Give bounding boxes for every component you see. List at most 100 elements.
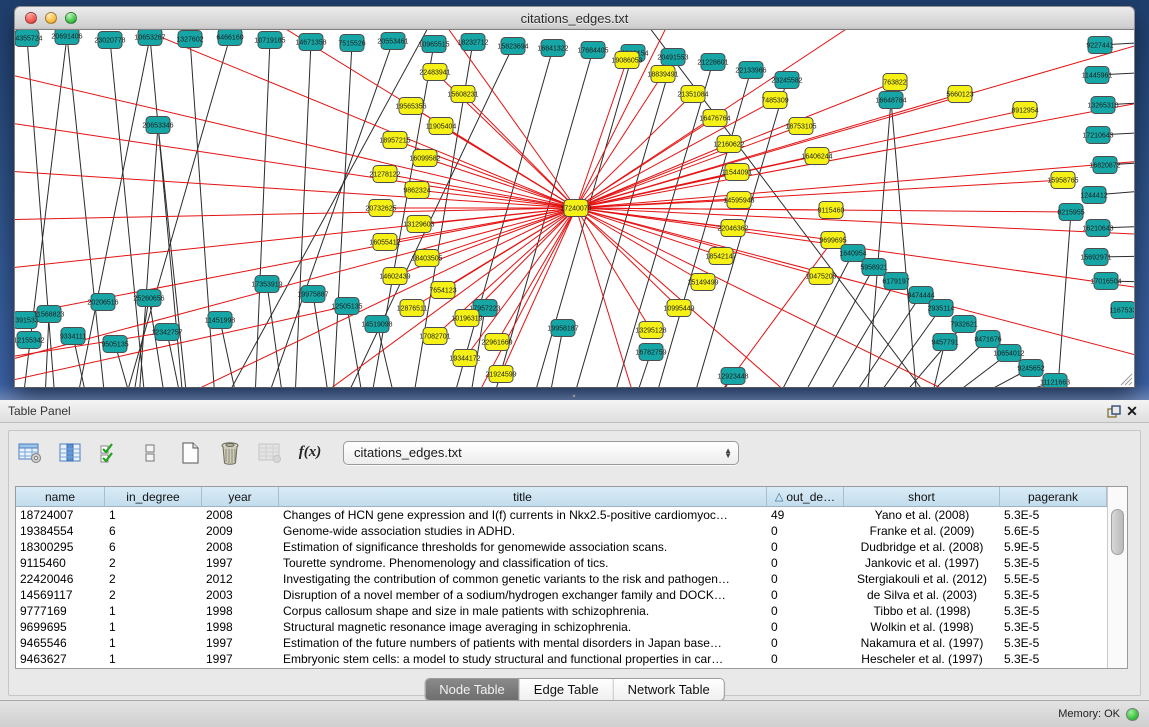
table-cell[interactable]: 9465546: [16, 636, 105, 650]
graph-node[interactable]: 14595943: [723, 192, 754, 209]
float-panel-icon[interactable]: [1105, 403, 1123, 419]
graph-node[interactable]: 20553461: [377, 33, 408, 50]
table-cell[interactable]: 1: [105, 604, 202, 618]
column-header-indegree[interactable]: in_degree: [105, 487, 202, 506]
graph-node[interactable]: 13129603: [403, 216, 434, 233]
table-cell[interactable]: Stergiakouli et al. (2012): [844, 572, 1000, 586]
graph-node[interactable]: 16210643: [1082, 220, 1113, 237]
table-cell[interactable]: Changes of HCN gene expression and I(f) …: [279, 508, 767, 522]
table-cell[interactable]: 1998: [202, 604, 279, 618]
graph-node[interactable]: 11445961: [1082, 67, 1113, 84]
column-header-name[interactable]: name: [16, 487, 105, 506]
table-cell[interactable]: Estimation of the future numbers of pati…: [279, 636, 767, 650]
table-cell[interactable]: 1: [105, 652, 202, 666]
table-cell[interactable]: 0: [767, 572, 844, 586]
graph-edge[interactable]: [190, 39, 215, 387]
graph-node[interactable]: 20653346: [142, 117, 173, 134]
table-cell[interactable]: 1998: [202, 620, 279, 634]
table-cell[interactable]: 2012: [202, 572, 279, 586]
graph-node[interactable]: 7515526: [338, 35, 365, 52]
graph-node[interactable]: 11905404: [426, 118, 457, 135]
table-scrollbar-thumb[interactable]: [1111, 509, 1124, 555]
graph-node[interactable]: 22483941: [419, 64, 450, 81]
graph-node[interactable]: 20732625: [365, 200, 396, 217]
table-cell[interactable]: 18300295: [16, 540, 105, 554]
row-select-icon[interactable]: [97, 441, 123, 465]
graph-node[interactable]: 18957215: [379, 132, 410, 149]
graph-node[interactable]: 6179197: [882, 273, 909, 290]
resize-grip-icon[interactable]: [1121, 374, 1132, 385]
graph-node[interactable]: 16476764: [699, 110, 730, 127]
table-cell[interactable]: 5.3E-5: [1000, 620, 1107, 634]
table-cell[interactable]: 9699695: [16, 620, 105, 634]
graph-edge[interactable]: [576, 208, 721, 256]
graph-node[interactable]: 19086053: [611, 52, 642, 69]
table-cell[interactable]: 5.3E-5: [1000, 652, 1107, 666]
graph-node[interactable]: 11121663: [1040, 374, 1070, 388]
table-cell[interactable]: 5.9E-5: [1000, 540, 1107, 554]
graph-edge[interactable]: [891, 100, 917, 387]
table-cell[interactable]: Disruption of a novel member of a sodium…: [279, 588, 767, 602]
graph-node[interactable]: 15823694: [497, 38, 528, 55]
table-cell[interactable]: 9463627: [16, 652, 105, 666]
table-cell[interactable]: Genome-wide association studies in ADHD.: [279, 524, 767, 538]
graph-edge[interactable]: [149, 298, 165, 387]
table-cell[interactable]: Tourette syndrome. Phenomenology and cla…: [279, 556, 767, 570]
graph-node[interactable]: 16099582: [409, 150, 440, 167]
graph-node[interactable]: 13295128: [635, 322, 666, 339]
table-cell[interactable]: 1: [105, 620, 202, 634]
graph-node[interactable]: 12505135: [331, 298, 362, 315]
table-cell[interactable]: 14569117: [16, 588, 105, 602]
graph-edge[interactable]: [576, 74, 663, 208]
graph-node[interactable]: 9245652: [1017, 360, 1044, 377]
table-cell[interactable]: 22420046: [16, 572, 105, 586]
graph-node[interactable]: 21278122: [369, 166, 400, 183]
table-cell[interactable]: 0: [767, 524, 844, 538]
graph-node[interactable]: 20691406: [51, 30, 82, 45]
tab-edge-table[interactable]: Edge Table: [520, 679, 614, 700]
table-row[interactable]: 977716911998Corpus callosum shape and si…: [16, 603, 1107, 619]
graph-node[interactable]: 11544091: [722, 164, 753, 181]
table-cell[interactable]: 0: [767, 636, 844, 650]
graph-node[interactable]: 8215955: [1057, 204, 1084, 221]
graph-edge[interactable]: [267, 284, 283, 387]
graph-node[interactable]: 18839491: [647, 66, 678, 83]
table-cell[interactable]: 2: [105, 588, 202, 602]
table-row[interactable]: 1830029562008Estimation of significance …: [16, 539, 1107, 555]
new-table-icon[interactable]: [177, 441, 203, 465]
graph-edge[interactable]: [139, 125, 158, 387]
table-cell[interactable]: 2: [105, 556, 202, 570]
network-canvas[interactable]: 2435572420691406230207781065326713276026…: [14, 30, 1135, 388]
graph-node[interactable]: 15608231: [447, 86, 478, 103]
table-cell[interactable]: Estimation of significance thresholds fo…: [279, 540, 767, 554]
graph-edge[interactable]: [255, 40, 270, 387]
graph-node[interactable]: 10965515: [418, 36, 449, 53]
graph-node[interactable]: 8912954: [1011, 102, 1038, 119]
graph-node[interactable]: 23245582: [771, 72, 802, 89]
table-cell[interactable]: 19384554: [16, 524, 105, 538]
table-cell[interactable]: Wolkin et al. (1998): [844, 620, 1000, 634]
table-cell[interactable]: Franke et al. (2009): [844, 524, 1000, 538]
table-cell[interactable]: 2008: [202, 540, 279, 554]
graph-node[interactable]: 10653267: [134, 30, 165, 46]
graph-node[interactable]: 9457791: [931, 334, 958, 351]
graph-node[interactable]: 16055412: [369, 234, 400, 251]
graph-node[interactable]: 11451998: [205, 312, 236, 329]
table-cell[interactable]: 2008: [202, 508, 279, 522]
column-header-year[interactable]: year: [202, 487, 279, 506]
close-panel-icon[interactable]: ✕: [1123, 403, 1141, 419]
graph-node[interactable]: 9334111: [60, 328, 86, 345]
table-cell[interactable]: 1997: [202, 652, 279, 666]
graph-node[interactable]: 10654012: [993, 345, 1024, 362]
window-titlebar[interactable]: citations_edges.txt: [14, 6, 1135, 30]
table-row[interactable]: 2242004622012Investigating the contribut…: [16, 571, 1107, 587]
table-cell[interactable]: Yano et al. (2008): [844, 508, 1000, 522]
graph-node[interactable]: 9227441: [1086, 37, 1113, 54]
table-row[interactable]: 969969511998Structural magnetic resonanc…: [16, 619, 1107, 635]
graph-node[interactable]: 7932621: [950, 316, 977, 333]
stacked-rows-icon[interactable]: [137, 441, 163, 465]
table-cell[interactable]: 5.3E-5: [1000, 588, 1107, 602]
table-row[interactable]: 946554611997Estimation of the future num…: [16, 635, 1107, 651]
table-cell[interactable]: Nakamura et al. (1997): [844, 636, 1000, 650]
graph-node[interactable]: 9115460: [818, 202, 845, 219]
